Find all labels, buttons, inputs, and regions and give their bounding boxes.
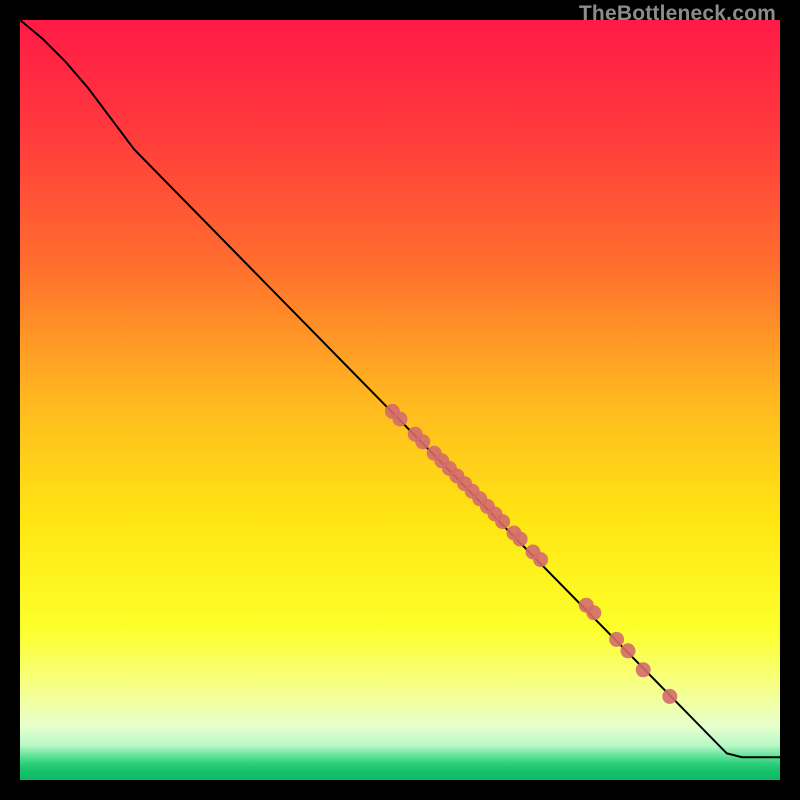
data-point: [609, 632, 624, 647]
gradient-background: [20, 20, 780, 780]
data-point: [662, 689, 677, 704]
watermark-label: TheBottleneck.com: [579, 2, 776, 26]
chart-svg: [20, 20, 780, 780]
data-point: [415, 434, 430, 449]
data-point: [393, 412, 408, 427]
data-point: [533, 552, 548, 567]
data-point: [586, 605, 601, 620]
data-point: [513, 532, 528, 547]
data-point: [636, 662, 651, 677]
chart-frame: [20, 20, 780, 780]
data-point: [495, 514, 510, 529]
data-point: [621, 643, 636, 658]
